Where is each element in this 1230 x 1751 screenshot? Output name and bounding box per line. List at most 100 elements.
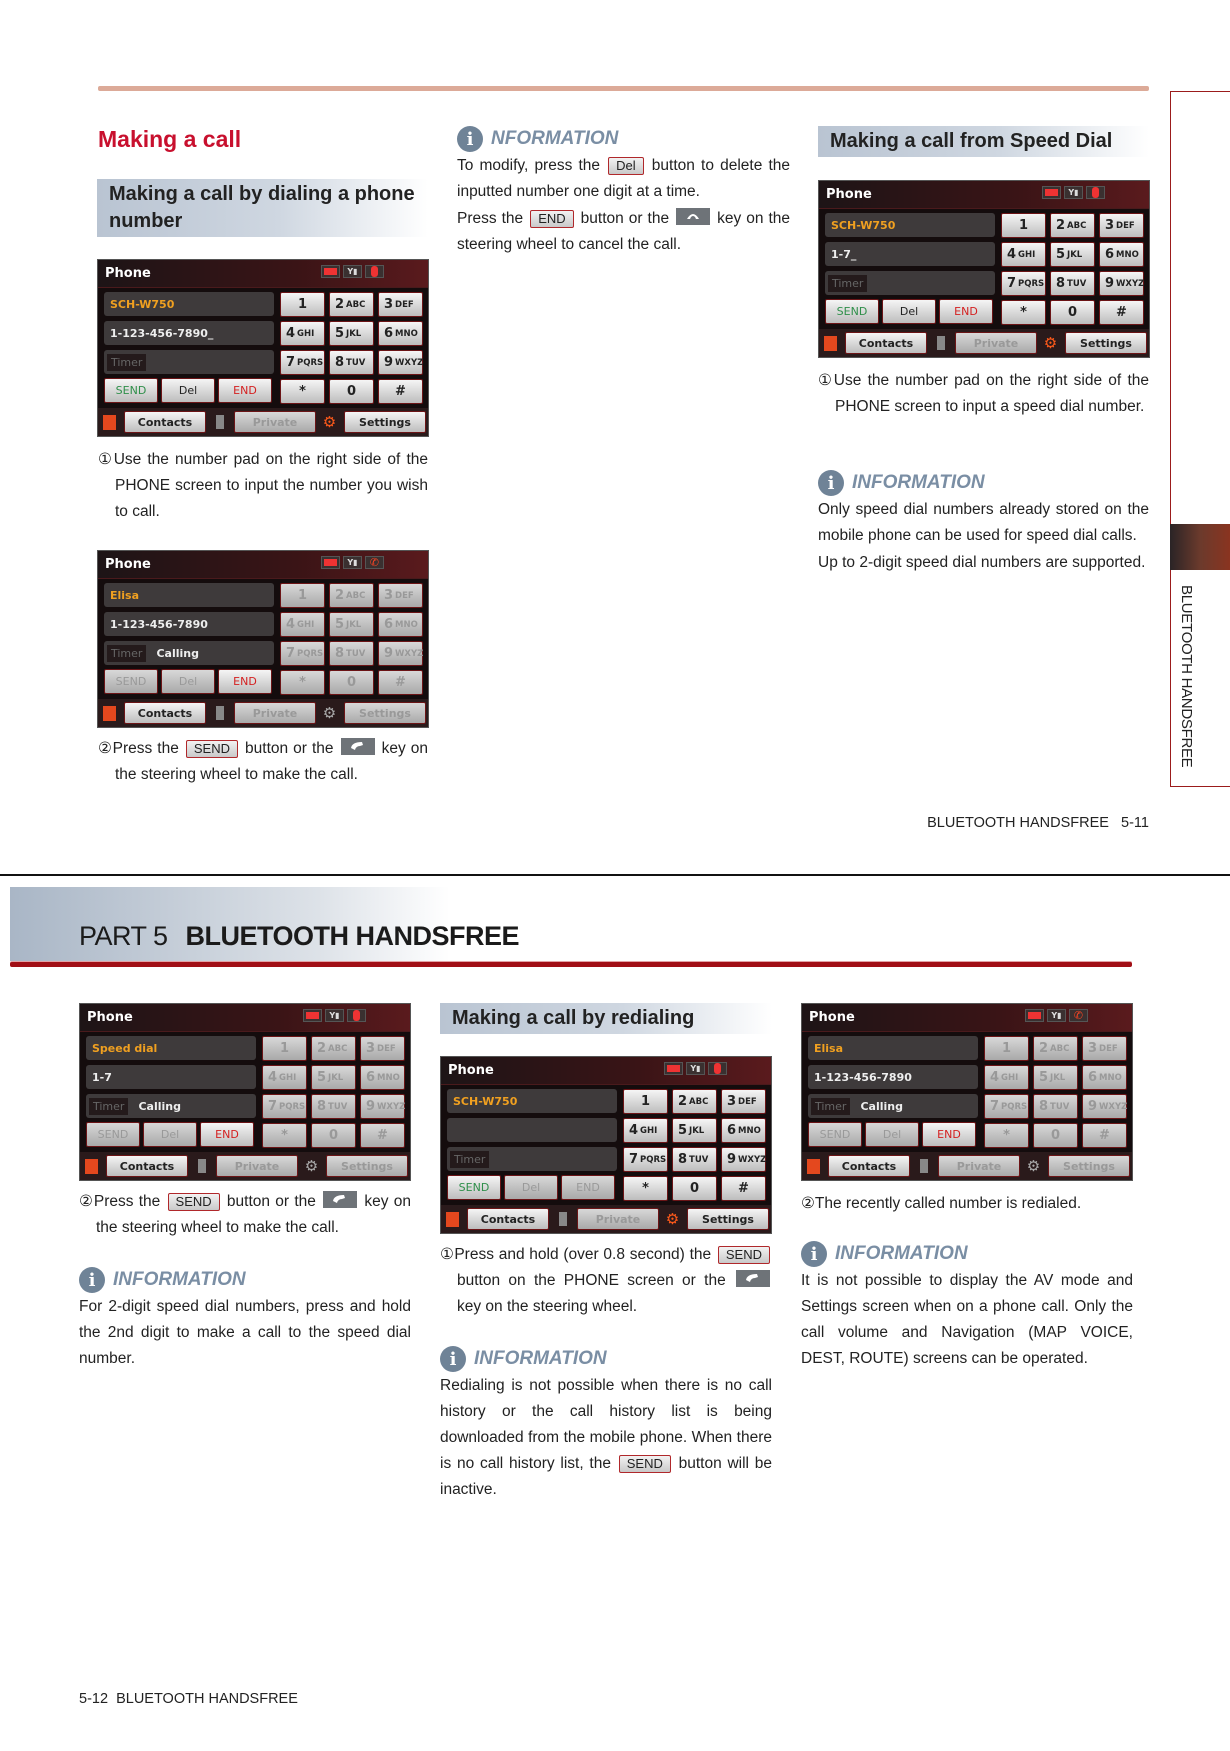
- send-button[interactable]: SEND: [104, 669, 158, 694]
- keypad-key-9[interactable]: 9 WXYZ: [1099, 271, 1144, 296]
- contacts-button[interactable]: Contacts: [467, 1208, 549, 1230]
- send-button[interactable]: SEND: [825, 299, 879, 324]
- keypad-key-star[interactable]: *: [262, 1123, 307, 1148]
- keypad-key-5[interactable]: 5 JKL: [1033, 1065, 1078, 1090]
- private-button[interactable]: Private: [234, 411, 316, 433]
- del-button[interactable]: Del: [143, 1122, 197, 1147]
- keypad-key-0[interactable]: 0: [329, 670, 374, 695]
- contacts-button[interactable]: Contacts: [124, 411, 206, 433]
- keypad-key-5[interactable]: 5 JKL: [329, 321, 374, 346]
- settings-button[interactable]: Settings: [687, 1208, 769, 1230]
- keypad-key-5[interactable]: 5 JKL: [1050, 242, 1095, 267]
- send-button[interactable]: SEND: [104, 378, 158, 403]
- number-field[interactable]: 1-7_: [825, 242, 995, 266]
- settings-button[interactable]: Settings: [1065, 332, 1147, 354]
- keypad-key-6[interactable]: 6 MNO: [378, 612, 423, 637]
- keypad-key-4[interactable]: 4 GHI: [984, 1065, 1029, 1090]
- keypad-key-3[interactable]: 3 DEF: [1099, 213, 1144, 238]
- keypad-key-8[interactable]: 8 TUV: [311, 1094, 356, 1119]
- keypad-key-7[interactable]: 7 PQRS: [280, 641, 325, 666]
- keypad-key-0[interactable]: 0: [1050, 300, 1095, 325]
- keypad-key-2[interactable]: 2 ABC: [1033, 1036, 1078, 1061]
- keypad-key-star[interactable]: *: [623, 1176, 668, 1201]
- contacts-button[interactable]: Contacts: [106, 1155, 188, 1177]
- keypad-key-1[interactable]: 1: [623, 1089, 668, 1114]
- keypad-key-3[interactable]: 3 DEF: [360, 1036, 405, 1061]
- keypad-key-2[interactable]: 2 ABC: [329, 583, 374, 608]
- keypad-key-6[interactable]: 6 MNO: [1082, 1065, 1127, 1090]
- private-button[interactable]: Private: [955, 332, 1037, 354]
- keypad-key-7[interactable]: 7 PQRS: [623, 1147, 668, 1172]
- keypad-key-1[interactable]: 1: [262, 1036, 307, 1061]
- keypad-key-5[interactable]: 5 JKL: [311, 1065, 356, 1090]
- private-button[interactable]: Private: [938, 1155, 1020, 1177]
- keypad-key-2[interactable]: 2 ABC: [311, 1036, 356, 1061]
- number-field[interactable]: [447, 1118, 617, 1142]
- keypad-key-star[interactable]: *: [1001, 300, 1046, 325]
- keypad-key-8[interactable]: 8 TUV: [1033, 1094, 1078, 1119]
- keypad-key-1[interactable]: 1: [984, 1036, 1029, 1061]
- keypad-key-3[interactable]: 3 DEF: [1082, 1036, 1127, 1061]
- settings-button[interactable]: Settings: [344, 702, 426, 724]
- keypad-key-8[interactable]: 8 TUV: [1050, 271, 1095, 296]
- keypad-key-9[interactable]: 9 WXYZ: [378, 641, 423, 666]
- send-button[interactable]: SEND: [447, 1175, 501, 1200]
- keypad-key-1[interactable]: 1: [1001, 213, 1046, 238]
- private-button[interactable]: Private: [234, 702, 316, 724]
- number-field[interactable]: 1-7: [86, 1065, 256, 1089]
- keypad-key-2[interactable]: 2 ABC: [329, 292, 374, 317]
- keypad-key-4[interactable]: 4 GHI: [623, 1118, 668, 1143]
- keypad-key-5[interactable]: 5 JKL: [672, 1118, 717, 1143]
- keypad-key-hash[interactable]: #: [378, 670, 423, 695]
- keypad-key-7[interactable]: 7 PQRS: [262, 1094, 307, 1119]
- keypad-key-2[interactable]: 2 ABC: [672, 1089, 717, 1114]
- private-button[interactable]: Private: [577, 1208, 659, 1230]
- keypad-key-3[interactable]: 3 DEF: [378, 583, 423, 608]
- keypad-key-6[interactable]: 6 MNO: [1099, 242, 1144, 267]
- keypad-key-8[interactable]: 8 TUV: [329, 350, 374, 375]
- number-field[interactable]: 1-123-456-7890: [808, 1065, 978, 1089]
- keypad-key-hash[interactable]: #: [721, 1176, 766, 1201]
- end-button[interactable]: END: [218, 669, 272, 694]
- keypad-key-7[interactable]: 7 PQRS: [1001, 271, 1046, 296]
- keypad-key-4[interactable]: 4 GHI: [262, 1065, 307, 1090]
- settings-button[interactable]: Settings: [344, 411, 426, 433]
- keypad-key-0[interactable]: 0: [1033, 1123, 1078, 1148]
- keypad-key-6[interactable]: 6 MNO: [721, 1118, 766, 1143]
- keypad-key-9[interactable]: 9 WXYZ: [378, 350, 423, 375]
- number-field[interactable]: 1-123-456-7890: [104, 612, 274, 636]
- end-button[interactable]: END: [561, 1175, 615, 1200]
- end-button[interactable]: END: [922, 1122, 976, 1147]
- keypad-key-star[interactable]: *: [280, 670, 325, 695]
- send-button[interactable]: SEND: [86, 1122, 140, 1147]
- keypad-key-hash[interactable]: #: [360, 1123, 405, 1148]
- keypad-key-0[interactable]: 0: [329, 379, 374, 404]
- private-button[interactable]: Private: [216, 1155, 298, 1177]
- keypad-key-7[interactable]: 7 PQRS: [280, 350, 325, 375]
- keypad-key-hash[interactable]: #: [378, 379, 423, 404]
- del-button[interactable]: Del: [161, 378, 215, 403]
- settings-button[interactable]: Settings: [326, 1155, 408, 1177]
- keypad-key-1[interactable]: 1: [280, 292, 325, 317]
- keypad-key-hash[interactable]: #: [1082, 1123, 1127, 1148]
- del-button[interactable]: Del: [865, 1122, 919, 1147]
- contacts-button[interactable]: Contacts: [845, 332, 927, 354]
- contacts-button[interactable]: Contacts: [124, 702, 206, 724]
- keypad-key-4[interactable]: 4 GHI: [1001, 242, 1046, 267]
- keypad-key-6[interactable]: 6 MNO: [360, 1065, 405, 1090]
- keypad-key-3[interactable]: 3 DEF: [378, 292, 423, 317]
- keypad-key-6[interactable]: 6 MNO: [378, 321, 423, 346]
- number-field[interactable]: 1-123-456-7890_: [104, 321, 274, 345]
- keypad-key-8[interactable]: 8 TUV: [672, 1147, 717, 1172]
- end-button[interactable]: END: [200, 1122, 254, 1147]
- keypad-key-7[interactable]: 7 PQRS: [984, 1094, 1029, 1119]
- keypad-key-0[interactable]: 0: [672, 1176, 717, 1201]
- del-button[interactable]: Del: [504, 1175, 558, 1200]
- settings-button[interactable]: Settings: [1048, 1155, 1130, 1177]
- keypad-key-star[interactable]: *: [984, 1123, 1029, 1148]
- keypad-key-2[interactable]: 2 ABC: [1050, 213, 1095, 238]
- keypad-key-9[interactable]: 9 WXYZ: [360, 1094, 405, 1119]
- keypad-key-9[interactable]: 9 WXYZ: [1082, 1094, 1127, 1119]
- keypad-key-5[interactable]: 5 JKL: [329, 612, 374, 637]
- keypad-key-hash[interactable]: #: [1099, 300, 1144, 325]
